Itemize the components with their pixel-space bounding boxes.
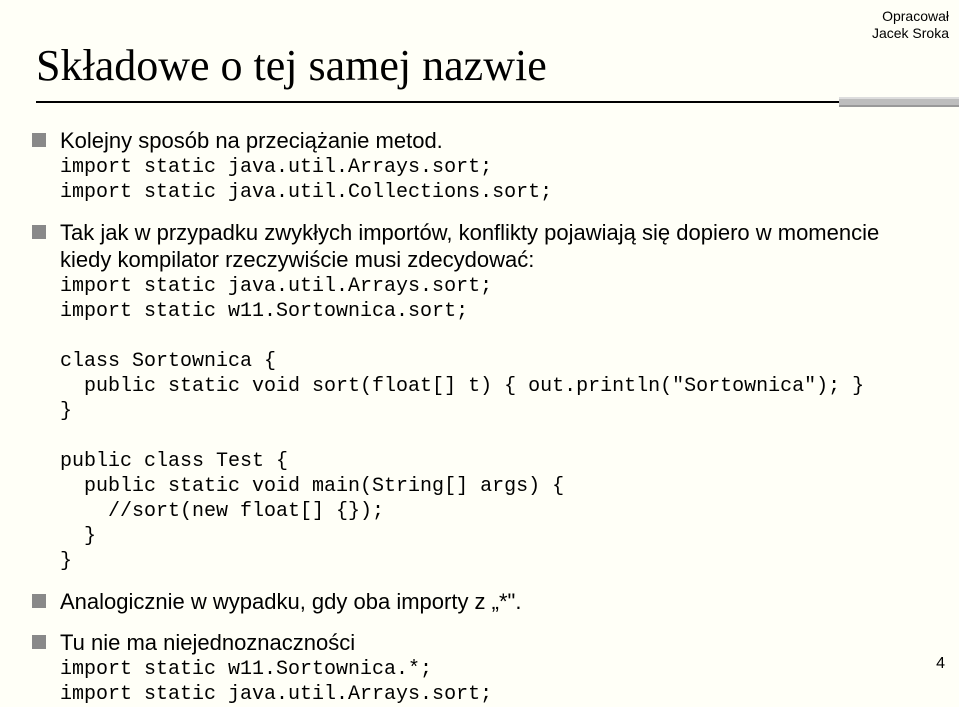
bullet-2: Tak jak w przypadku zwykłych importów, k… [60, 219, 919, 574]
bullet-4: Tu nie ma niejednoznaczności import stat… [60, 629, 919, 707]
slide-title: Składowe o tej samej nazwie [0, 0, 959, 91]
bullet-1-text: Kolejny sposób na przeciążanie metod. [60, 128, 443, 153]
title-rule [36, 101, 959, 103]
bullet-3: Analogicznie w wypadku, gdy oba importy … [60, 588, 919, 616]
author-block: Opracował Jacek Sroka [872, 8, 949, 42]
author-line-1: Opracował [872, 8, 949, 25]
bullet-4-code: import static w11.Sortownica.*; import s… [60, 657, 919, 707]
bullet-2-text: Tak jak w przypadku zwykłych importów, k… [60, 220, 879, 273]
bullet-3-text: Analogicznie w wypadku, gdy oba importy … [60, 589, 521, 614]
bullet-2-code: import static java.util.Arrays.sort; imp… [60, 274, 919, 574]
content-area: Kolejny sposób na przeciążanie metod. im… [0, 127, 959, 707]
bullet-list: Kolejny sposób na przeciążanie metod. im… [60, 127, 919, 707]
bullet-4-text: Tu nie ma niejednoznaczności [60, 630, 355, 655]
author-line-2: Jacek Sroka [872, 25, 949, 42]
rule-accent [839, 97, 959, 107]
bullet-1-code: import static java.util.Arrays.sort; imp… [60, 155, 919, 205]
page-number: 4 [936, 655, 945, 673]
bullet-1: Kolejny sposób na przeciążanie metod. im… [60, 127, 919, 205]
rule-line [36, 101, 916, 103]
